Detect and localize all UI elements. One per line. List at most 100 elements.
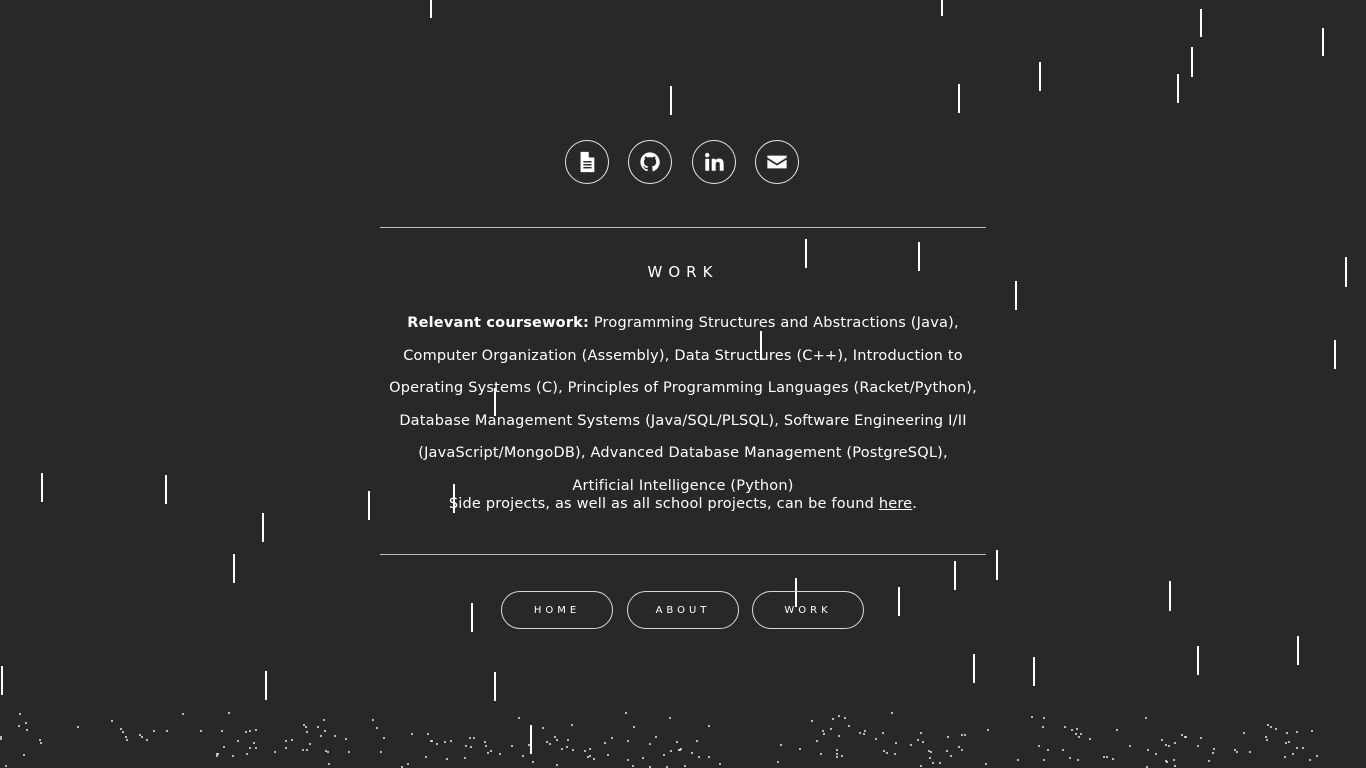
projects-here-link[interactable]: here [879, 496, 912, 512]
splash-particle [669, 717, 671, 719]
splash-particle [323, 719, 325, 721]
splash-particle [1270, 726, 1272, 728]
splash-particle [822, 730, 824, 732]
splash-particle [317, 726, 319, 728]
splash-particle [411, 733, 413, 735]
splash-particle [345, 738, 347, 740]
raindrop [1015, 281, 1017, 310]
raindrop [670, 86, 672, 115]
splash-particle [566, 746, 568, 748]
splash-particle [0, 738, 2, 740]
splash-particle [465, 745, 467, 747]
splash-particle [1076, 728, 1078, 730]
splash-particle [464, 757, 466, 759]
raindrop [1322, 28, 1324, 56]
splash-particle [348, 751, 350, 753]
raindrop [1334, 340, 1336, 369]
raindrop [1197, 646, 1199, 675]
splash-particle [958, 746, 960, 748]
splash-particle [0, 736, 2, 738]
splash-particle [625, 712, 627, 714]
splash-particle [1249, 751, 1251, 753]
bottom-divider [380, 554, 986, 555]
splash-particle [920, 765, 922, 767]
nav-home-button[interactable]: HOME [501, 591, 613, 629]
splash-particle [490, 750, 492, 752]
github-link[interactable] [628, 140, 672, 184]
splash-particle [799, 748, 801, 750]
splash-particle [253, 742, 255, 744]
splash-particle [875, 738, 877, 740]
splash-particle [649, 743, 651, 745]
splash-particle [216, 755, 218, 757]
splash-particle [372, 719, 374, 721]
raindrop [1297, 636, 1299, 665]
splash-particle [593, 758, 595, 760]
projects-period: . [912, 496, 918, 512]
splash-particle [255, 729, 257, 731]
nav-about-button[interactable]: ABOUT [627, 591, 739, 629]
splash-particle [832, 718, 834, 720]
splash-particle [676, 741, 678, 743]
splash-particle [928, 750, 930, 752]
splash-particle [26, 729, 28, 731]
splash-particle [1064, 726, 1066, 728]
splash-particle [485, 745, 487, 747]
nav-work-button[interactable]: WORK [752, 591, 864, 629]
splash-particle [1173, 759, 1175, 761]
splash-particle [484, 741, 486, 743]
splash-particle [1292, 753, 1294, 755]
splash-particle [546, 741, 548, 743]
splash-particle [216, 753, 218, 755]
splash-particle [383, 737, 385, 739]
splash-particle [571, 724, 573, 726]
splash-particle [325, 750, 327, 752]
raindrop [958, 84, 960, 113]
splash-particle [859, 732, 861, 734]
splash-particle [1165, 760, 1167, 762]
splash-particle [549, 743, 551, 745]
coursework-label: Relevant coursework: [407, 315, 590, 331]
resume-link[interactable] [565, 140, 609, 184]
raindrop [1033, 657, 1035, 686]
splash-particle [946, 750, 948, 752]
splash-particle [182, 713, 184, 715]
raindrop [1345, 257, 1347, 287]
splash-particle [446, 758, 448, 760]
splash-particle [1129, 745, 1131, 747]
splash-particle [1266, 739, 1268, 741]
splash-particle [844, 717, 846, 719]
splash-particle [166, 730, 168, 732]
raindrop [973, 654, 975, 683]
splash-particle [1302, 747, 1304, 749]
splash-particle [820, 753, 822, 755]
splash-particle [324, 730, 326, 732]
splash-particle [561, 748, 563, 750]
linkedin-link[interactable] [692, 140, 736, 184]
splash-particle [1174, 765, 1176, 767]
splash-particle [1106, 756, 1108, 758]
splash-particle [1161, 739, 1163, 741]
splash-particle [696, 740, 698, 742]
splash-particle [1071, 729, 1073, 731]
projects-paragraph: Side projects, as well as all school pro… [380, 490, 986, 518]
splash-particle [1145, 717, 1147, 719]
splash-particle [1236, 751, 1238, 753]
splash-particle [848, 725, 850, 727]
splash-particle [841, 755, 843, 757]
splash-particle [1089, 738, 1091, 740]
splash-particle [886, 752, 888, 754]
splash-particle [407, 763, 409, 765]
splash-particle [930, 751, 932, 753]
raindrop [530, 725, 532, 754]
splash-particle [836, 749, 838, 751]
splash-particle [556, 739, 558, 741]
splash-particle [425, 756, 427, 758]
splash-particle [655, 736, 657, 738]
splash-particle [604, 742, 606, 744]
splash-particle [327, 751, 329, 753]
email-link[interactable] [755, 140, 799, 184]
splash-particle [376, 727, 378, 729]
splash-particle [522, 755, 524, 757]
splash-particle [1243, 732, 1245, 734]
